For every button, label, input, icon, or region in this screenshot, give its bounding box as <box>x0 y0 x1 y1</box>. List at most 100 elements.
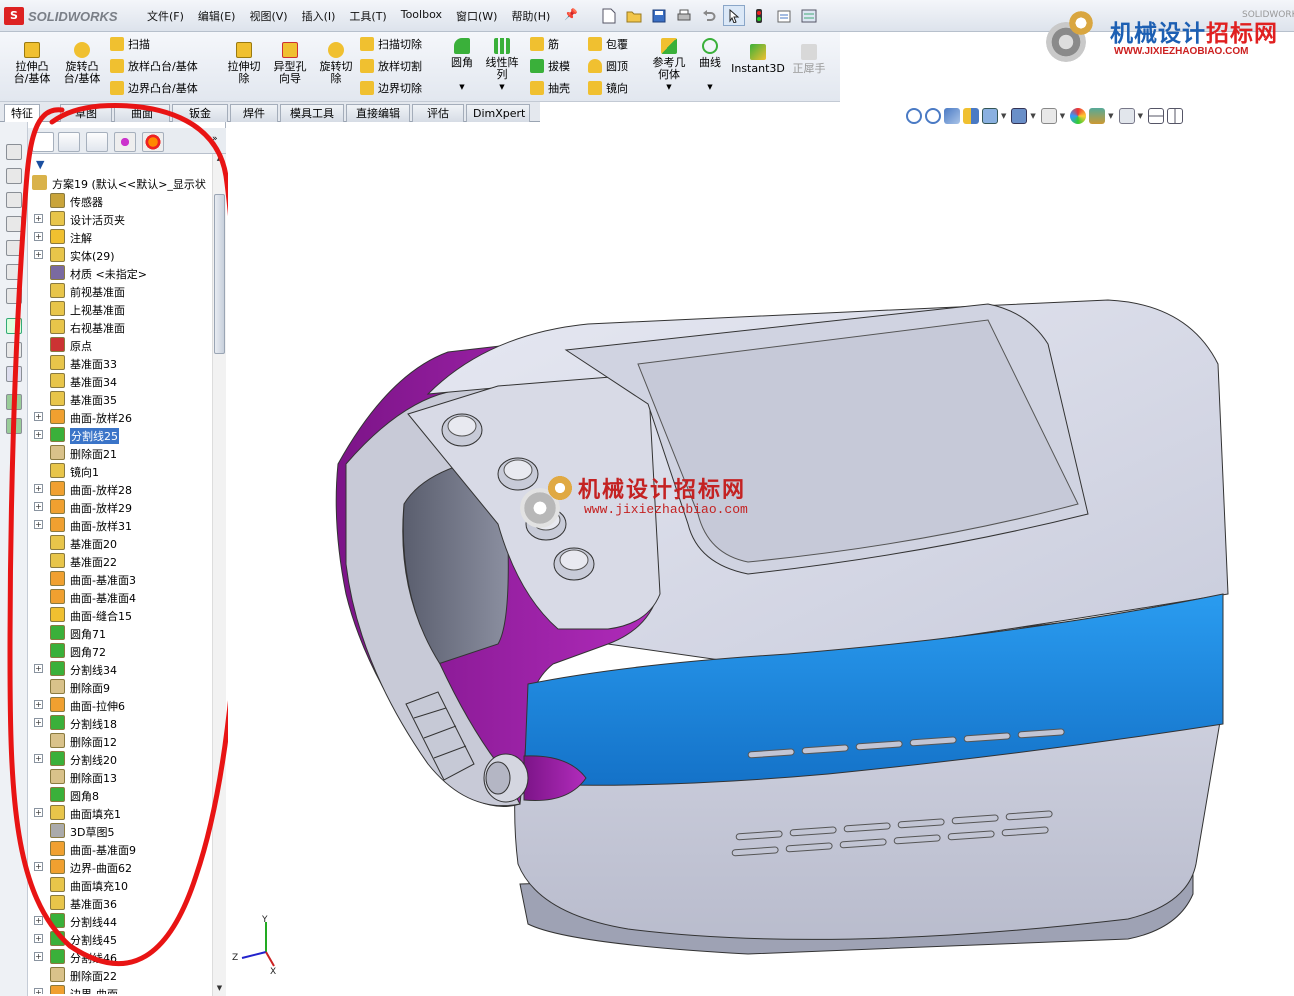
menu-window[interactable]: 窗口(W) <box>449 8 504 24</box>
menu-tools[interactable]: 工具(T) <box>342 8 393 24</box>
tree-item[interactable]: + 分割线34 <box>28 660 212 678</box>
tree-item[interactable]: 基准面20 <box>28 534 212 552</box>
expand-toggle-icon[interactable]: + <box>34 754 43 763</box>
tree-item[interactable]: 3D草图5 <box>28 822 212 840</box>
tree-item[interactable]: 材质 <未指定> <box>28 264 212 282</box>
rib-button[interactable]: 筋 <box>530 36 559 52</box>
tab-mold-tools[interactable]: 模具工具 <box>280 104 344 122</box>
menu-insert[interactable]: 插入(I) <box>295 8 343 24</box>
boundary-boss-button[interactable]: 边界凸台/基体 <box>110 80 198 96</box>
tool-icon[interactable] <box>6 394 22 410</box>
pin-icon[interactable]: 📌 <box>557 8 585 24</box>
tree-item[interactable]: + 边界-曲面62 <box>28 858 212 876</box>
tree-item[interactable]: 曲面-基准面9 <box>28 840 212 858</box>
tree-item[interactable]: 删除面9 <box>28 678 212 696</box>
tree-item[interactable]: + 曲面填充1 <box>28 804 212 822</box>
expand-toggle-icon[interactable]: + <box>34 988 43 994</box>
new-document-icon[interactable] <box>598 5 620 26</box>
revolve-cut-button[interactable]: 旋转切 除 <box>314 42 358 85</box>
tree-item[interactable]: + 实体(29) <box>28 246 212 264</box>
chevron-down-icon[interactable]: ▼ <box>1030 112 1035 120</box>
tool-icon[interactable] <box>6 418 22 434</box>
tree-item[interactable]: + 分割线44 <box>28 912 212 930</box>
box-icon[interactable] <box>6 168 22 184</box>
tree-item[interactable]: 曲面填充10 <box>28 876 212 894</box>
zoom-to-area-icon[interactable] <box>925 108 941 124</box>
dimxpert-manager-tab-icon[interactable] <box>114 132 136 152</box>
scroll-down-icon[interactable]: ▼ <box>214 984 225 996</box>
configuration-manager-tab-icon[interactable] <box>86 132 108 152</box>
sweep-button[interactable]: 扫描 <box>110 36 150 52</box>
tree-item[interactable]: 圆角71 <box>28 624 212 642</box>
tree-item[interactable]: + 曲面-放样31 <box>28 516 212 534</box>
file-properties-icon[interactable] <box>773 5 795 26</box>
menu-edit[interactable]: 编辑(E) <box>191 8 243 24</box>
tree-item[interactable]: 前视基准面 <box>28 282 212 300</box>
hole-wizard-button[interactable]: 异型孔 向导 <box>268 42 312 85</box>
wrap-button[interactable]: 包覆 <box>588 36 628 52</box>
previous-view-icon[interactable] <box>944 108 960 124</box>
lofted-cut-button[interactable]: 放样切割 <box>360 58 422 74</box>
reference-geometry-button[interactable]: 参考几 何体 ▼ <box>648 38 690 93</box>
expand-toggle-icon[interactable]: + <box>34 250 43 259</box>
tab-direct-editing[interactable]: 直接编辑 <box>346 104 410 122</box>
menu-toolbox[interactable]: Toolbox <box>394 8 449 24</box>
feature-manager-tab-icon[interactable] <box>32 132 54 152</box>
graphics-area[interactable]: 机械设计招标网 www.jixiezhaobiao.com <box>228 124 1294 996</box>
fillet-button[interactable]: 圆角 ▼ <box>446 38 478 93</box>
rhino-button[interactable]: 正犀手 <box>788 44 830 75</box>
tree-item[interactable]: + 分割线25 <box>28 426 212 444</box>
box-icon[interactable] <box>6 192 22 208</box>
expand-toggle-icon[interactable]: + <box>34 808 43 817</box>
tree-item[interactable]: 曲面-基准面4 <box>28 588 212 606</box>
instant3d-button[interactable]: Instant3D <box>730 44 786 75</box>
expand-toggle-icon[interactable]: + <box>34 916 43 925</box>
mirror-button[interactable]: 镜向 <box>588 80 628 96</box>
property-manager-tab-icon[interactable] <box>58 132 80 152</box>
chevron-down-icon[interactable]: ▼ <box>1108 112 1113 120</box>
expand-toggle-icon[interactable]: + <box>34 232 43 241</box>
tree-item[interactable]: + 分割线18 <box>28 714 212 732</box>
tree-item[interactable]: 曲面-基准面3 <box>28 570 212 588</box>
tree-item[interactable]: + 边界-曲面 <box>28 984 212 994</box>
tree-item[interactable]: 删除面21 <box>28 444 212 462</box>
linear-pattern-button[interactable]: 线性阵 列 ▼ <box>482 38 522 93</box>
view-orientation-icon[interactable] <box>982 108 998 124</box>
tree-item[interactable]: 删除面22 <box>28 966 212 984</box>
print-icon[interactable] <box>673 5 695 26</box>
open-folder-icon[interactable] <box>623 5 645 26</box>
tree-item[interactable]: 右视基准面 <box>28 318 212 336</box>
options-icon[interactable] <box>798 5 820 26</box>
tab-weldments[interactable]: 焊件 <box>230 104 278 122</box>
expand-toggle-icon[interactable]: + <box>34 214 43 223</box>
cad-model[interactable] <box>228 124 1294 996</box>
tree-root[interactable]: 方案19 (默认<<默认>_显示状 <box>28 174 212 192</box>
tree-item[interactable]: + 曲面-放样29 <box>28 498 212 516</box>
expand-toggle-icon[interactable]: + <box>34 484 43 493</box>
tree-item[interactable]: 圆角8 <box>28 786 212 804</box>
knob-icon[interactable] <box>441 413 483 447</box>
expand-toggle-icon[interactable]: + <box>34 718 43 727</box>
tab-dimxpert[interactable]: DimXpert <box>466 104 530 122</box>
zoom-to-fit-icon[interactable] <box>906 108 922 124</box>
tab-evaluate[interactable]: 评估 <box>412 104 464 122</box>
tree-item[interactable]: 曲面-缝合15 <box>28 606 212 624</box>
box-icon[interactable] <box>6 240 22 256</box>
expand-toggle-icon[interactable]: + <box>34 502 43 511</box>
split-horizontal-icon[interactable] <box>1147 108 1164 124</box>
tab-surfaces[interactable]: 曲面 <box>114 104 170 122</box>
menu-view[interactable]: 视图(V) <box>242 8 294 24</box>
apply-scene-icon[interactable] <box>1089 108 1106 124</box>
shell-button[interactable]: 抽壳 <box>530 80 570 96</box>
tree-item[interactable]: 基准面35 <box>28 390 212 408</box>
tree-item[interactable]: 圆角72 <box>28 642 212 660</box>
filter-icon[interactable]: ▼ <box>36 158 44 171</box>
tree-item[interactable]: + 分割线45 <box>28 930 212 948</box>
chevron-down-icon[interactable]: ▼ <box>666 81 671 93</box>
expand-toggle-icon[interactable]: + <box>34 934 43 943</box>
loft-boss-button[interactable]: 放样凸台/基体 <box>110 58 198 74</box>
view-settings-icon[interactable] <box>1118 108 1135 124</box>
tree-item[interactable]: 基准面36 <box>28 894 212 912</box>
expand-toggle-icon[interactable]: + <box>34 862 43 871</box>
extrude-boss-button[interactable]: 拉伸凸 台/基体 <box>10 42 54 85</box>
